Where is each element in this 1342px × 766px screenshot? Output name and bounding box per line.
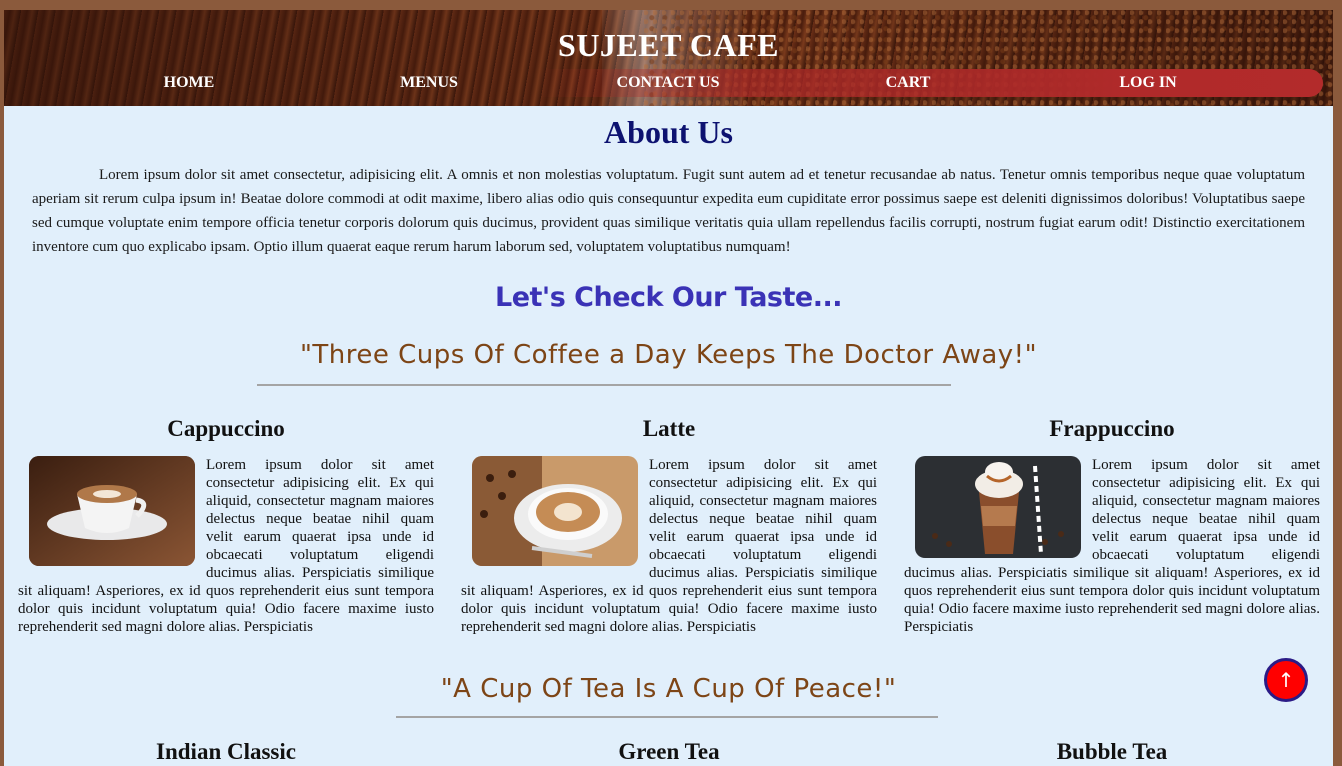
scroll-top-button[interactable]: ↑ [1264,658,1308,702]
product-card-frappuccino: Frappuccino Lorem ipsum dolor sit amet c… [904,416,1320,636]
nav-home[interactable]: HOME [164,74,215,92]
product-title: Cappuccino [167,416,285,441]
page-frame: SUJEET CAFE HOME MENUS CONTACT US CART L… [4,10,1333,766]
arrow-up-icon: ↑ [1277,668,1295,692]
nav-menus[interactable]: MENUS [400,74,458,92]
header-banner: SUJEET CAFE HOME MENUS CONTACT US CART L… [4,10,1333,106]
product-title-indian-classic: Indian Classic [156,739,296,764]
product-title-green-tea: Green Tea [618,739,720,764]
site-title: SUJEET CAFE [558,27,779,63]
product-card-cappuccino: Cappuccino Lorem ipsum dolor sit amet co… [18,416,434,636]
product-title: Latte [642,416,696,441]
nav-contact-us[interactable]: CONTACT US [617,74,720,92]
about-text: Lorem ipsum dolor sit amet consectetur, … [32,167,1305,255]
product-title: Frappuccino [1049,416,1175,441]
cappuccino-image [29,456,195,566]
latte-image [472,456,638,566]
nav-log-in[interactable]: LOG IN [1119,74,1176,92]
coffee-quote: "Three Cups Of Coffee a Day Keeps The Do… [299,340,1038,370]
frappuccino-image [915,456,1081,558]
about-title: About Us [604,114,733,150]
product-title-bubble-tea: Bubble Tea [1056,739,1168,764]
tea-quote: "A Cup Of Tea Is A Cup Of Peace!" [440,674,897,704]
nav-cart[interactable]: CART [886,74,931,92]
product-card-latte: Latte Lorem ipsum dolor sit amet consect… [461,416,877,636]
taste-heading: Let's Check Our Taste... [495,282,842,313]
tea-divider [396,716,938,718]
coffee-divider [257,384,951,386]
